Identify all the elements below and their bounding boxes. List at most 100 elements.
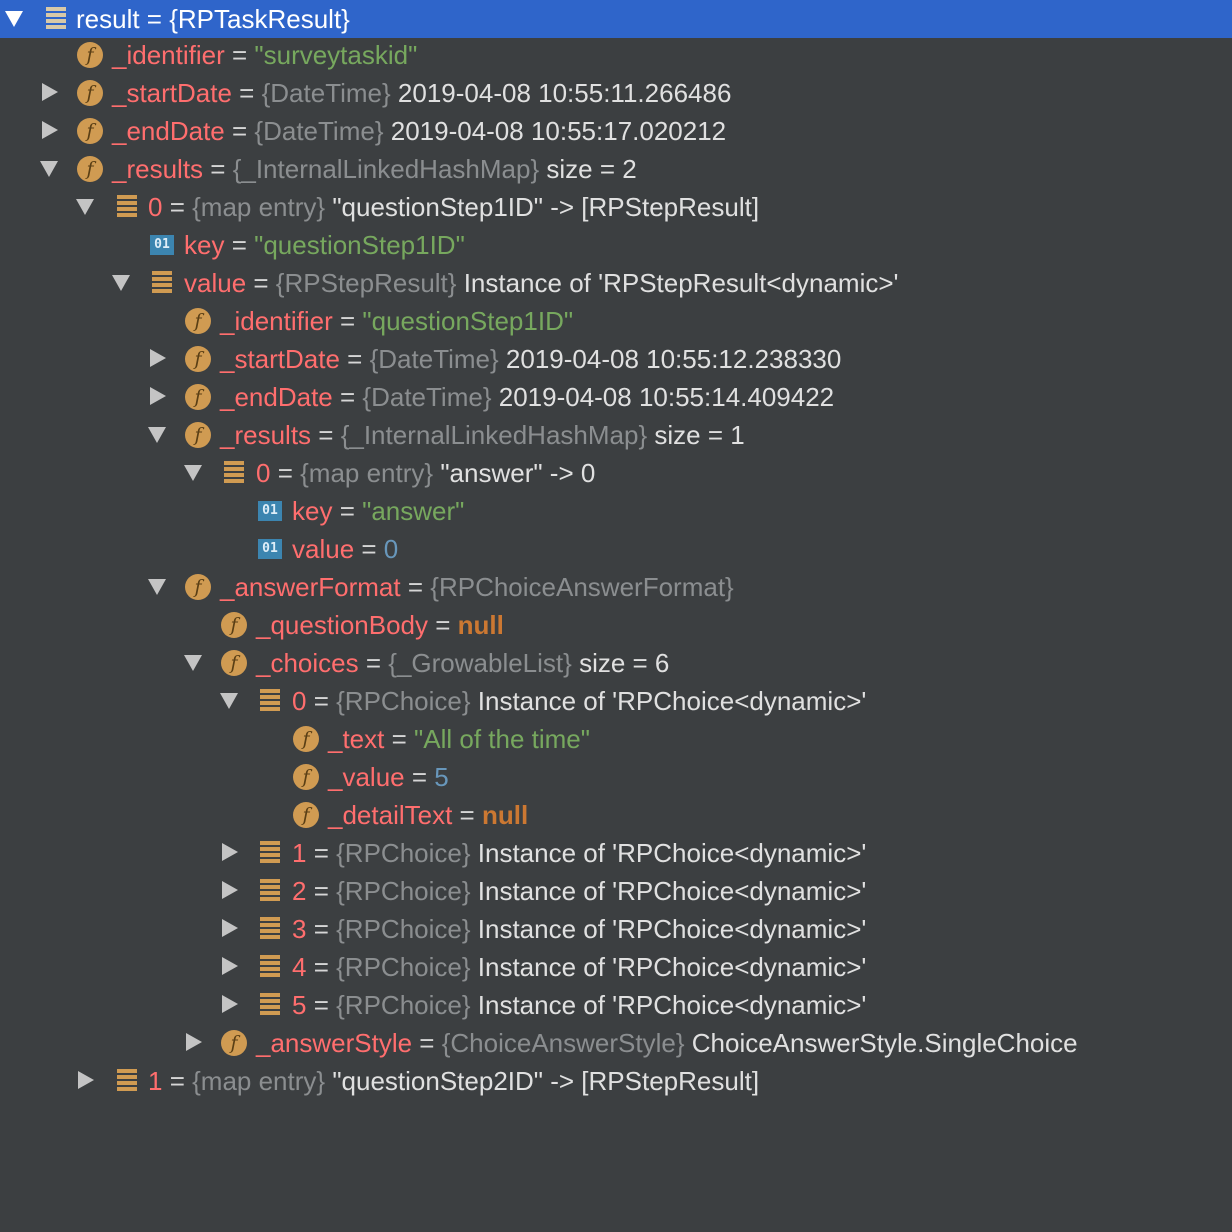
tree-row-map-entry-0[interactable]: 0 = {map entry} "answer" -> 0 xyxy=(0,454,1232,492)
tree-row-value[interactable]: f _value = 5 xyxy=(0,758,1232,796)
tree-row-choices[interactable]: f _choices = {_GrowableList} size = 6 xyxy=(0,644,1232,682)
field-icon: f xyxy=(185,422,211,448)
object-icon xyxy=(260,689,280,711)
tree-row-value[interactable]: value = {RPStepResult} Instance of 'RPSt… xyxy=(0,264,1232,302)
variable-value: 2019-04-08 10:55:17.020212 xyxy=(390,116,727,146)
expand-arrow-icon[interactable] xyxy=(222,995,238,1013)
collapse-arrow-icon[interactable] xyxy=(148,579,166,595)
expand-arrow-icon[interactable] xyxy=(222,843,238,861)
collapse-arrow-icon[interactable] xyxy=(184,465,202,481)
variable-name: 0 xyxy=(148,192,163,222)
tree-row-detail-text[interactable]: f _detailText = null xyxy=(0,796,1232,834)
tree-row-result[interactable]: result = {RPTaskResult} xyxy=(0,0,1232,38)
object-icon xyxy=(46,7,66,29)
collapse-arrow-icon[interactable] xyxy=(40,161,58,177)
tree-row-identifier[interactable]: f _identifier = "surveytaskid" xyxy=(0,36,1232,74)
tree-row-end-date[interactable]: f _endDate = {DateTime} 2019-04-08 10:55… xyxy=(0,378,1232,416)
row-text: 3 = {RPChoice} Instance of 'RPChoice<dyn… xyxy=(292,910,866,948)
tree-row-results[interactable]: f _results = {_InternalLinkedHashMap} si… xyxy=(0,416,1232,454)
expand-arrow-icon[interactable] xyxy=(42,83,58,101)
tree-row-choice-3[interactable]: 3 = {RPChoice} Instance of 'RPChoice<dyn… xyxy=(0,910,1232,948)
variable-name: value xyxy=(292,534,355,564)
tree-row-start-date[interactable]: f _startDate = {DateTime} 2019-04-08 10:… xyxy=(0,74,1232,112)
collapse-arrow-icon[interactable] xyxy=(184,655,202,671)
type-label: {DateTime} xyxy=(362,382,499,412)
equals-sign: = xyxy=(332,496,363,526)
variable-name: 1 xyxy=(292,838,307,868)
type-label: {RPChoiceAnswerFormat} xyxy=(430,572,734,602)
row-text: _startDate = {DateTime} 2019-04-08 10:55… xyxy=(220,340,841,378)
variable-value: "questionStep1ID" xyxy=(362,306,574,336)
expand-arrow-icon[interactable] xyxy=(42,121,58,139)
tree-row-question-body[interactable]: f _questionBody = null xyxy=(0,606,1232,644)
variable-name: 3 xyxy=(292,914,307,944)
object-icon xyxy=(117,195,137,217)
tree-row-answer-style[interactable]: f _answerStyle = {ChoiceAnswerStyle} Cho… xyxy=(0,1024,1232,1062)
variable-value: {RPTaskResult} xyxy=(169,4,350,34)
type-label: {RPChoice} xyxy=(336,838,478,868)
tree-row-answer-format[interactable]: f _answerFormat = {RPChoiceAnswerFormat} xyxy=(0,568,1232,606)
tree-row-map-entry-0[interactable]: 0 = {map entry} "questionStep1ID" -> [RP… xyxy=(0,188,1232,226)
tree-row-key[interactable]: 01 key = "answer" xyxy=(0,492,1232,530)
tree-row-choice-4[interactable]: 4 = {RPChoice} Instance of 'RPChoice<dyn… xyxy=(0,948,1232,986)
field-icon: f xyxy=(77,42,103,68)
type-label: {ChoiceAnswerStyle} xyxy=(441,1028,692,1058)
tree-row-choice-5[interactable]: 5 = {RPChoice} Instance of 'RPChoice<dyn… xyxy=(0,986,1232,1024)
row-text: _answerStyle = {ChoiceAnswerStyle} Choic… xyxy=(256,1024,1078,1062)
field-icon: f xyxy=(293,726,319,752)
tree-row-value[interactable]: 01 value = 0 xyxy=(0,530,1232,568)
field-icon: f xyxy=(77,156,103,182)
variable-value: "answer" -> 0 xyxy=(440,458,596,488)
row-text: value = 0 xyxy=(292,530,398,568)
primitive-icon: 01 xyxy=(258,539,282,559)
collapse-arrow-icon[interactable] xyxy=(220,693,238,709)
variable-value: 5 xyxy=(434,762,449,792)
field-icon: f xyxy=(293,764,319,790)
variable-name: _identifier xyxy=(112,40,225,70)
tree-row-choice-2[interactable]: 2 = {RPChoice} Instance of 'RPChoice<dyn… xyxy=(0,872,1232,910)
row-text: 2 = {RPChoice} Instance of 'RPChoice<dyn… xyxy=(292,872,866,910)
tree-row-key[interactable]: 01 key = "questionStep1ID" xyxy=(0,226,1232,264)
variable-name: value xyxy=(184,268,247,298)
tree-row-choice-0[interactable]: 0 = {RPChoice} Instance of 'RPChoice<dyn… xyxy=(0,682,1232,720)
row-text: 0 = {map entry} "questionStep1ID" -> [RP… xyxy=(148,188,759,226)
variable-name: _results xyxy=(220,420,312,450)
equals-sign: = xyxy=(306,876,337,906)
variable-value: Instance of 'RPChoice<dynamic>' xyxy=(477,952,867,982)
expand-arrow-icon[interactable] xyxy=(222,957,238,975)
row-text: 4 = {RPChoice} Instance of 'RPChoice<dyn… xyxy=(292,948,866,986)
type-label: {_GrowableList} xyxy=(388,648,580,678)
expand-arrow-icon[interactable] xyxy=(186,1033,202,1051)
tree-row-results[interactable]: f _results = {_InternalLinkedHashMap} si… xyxy=(0,150,1232,188)
expand-arrow-icon[interactable] xyxy=(78,1071,94,1089)
tree-row-start-date[interactable]: f _startDate = {DateTime} 2019-04-08 10:… xyxy=(0,340,1232,378)
tree-row-choice-1[interactable]: 1 = {RPChoice} Instance of 'RPChoice<dyn… xyxy=(0,834,1232,872)
row-text: 1 = {map entry} "questionStep2ID" -> [RP… xyxy=(148,1062,759,1100)
variable-value: "answer" xyxy=(362,496,465,526)
field-icon: f xyxy=(185,308,211,334)
field-icon: f xyxy=(77,118,103,144)
expand-arrow-icon[interactable] xyxy=(222,881,238,899)
collapse-arrow-icon[interactable] xyxy=(76,199,94,215)
field-icon: f xyxy=(185,346,211,372)
tree-row-text[interactable]: f _text = "All of the time" xyxy=(0,720,1232,758)
expand-arrow-icon[interactable] xyxy=(150,349,166,367)
expand-arrow-icon[interactable] xyxy=(150,387,166,405)
collapse-arrow-icon[interactable] xyxy=(5,11,23,27)
variable-name: key xyxy=(292,496,333,526)
field-icon: f xyxy=(77,80,103,106)
collapse-arrow-icon[interactable] xyxy=(112,275,130,291)
collapse-arrow-icon[interactable] xyxy=(148,427,166,443)
equals-sign: = xyxy=(162,192,193,222)
variable-name: _startDate xyxy=(112,78,232,108)
equals-sign: = xyxy=(231,78,262,108)
object-icon xyxy=(152,271,172,293)
equals-sign: = xyxy=(332,306,363,336)
tree-row-map-entry-1[interactable]: 1 = {map entry} "questionStep2ID" -> [RP… xyxy=(0,1062,1232,1100)
field-icon: f xyxy=(185,574,211,600)
tree-row-end-date[interactable]: f _endDate = {DateTime} 2019-04-08 10:55… xyxy=(0,112,1232,150)
expand-arrow-icon[interactable] xyxy=(222,919,238,937)
equals-sign: = xyxy=(452,800,482,830)
tree-row-identifier[interactable]: f _identifier = "questionStep1ID" xyxy=(0,302,1232,340)
variable-value: ChoiceAnswerStyle.SingleChoice xyxy=(691,1028,1078,1058)
